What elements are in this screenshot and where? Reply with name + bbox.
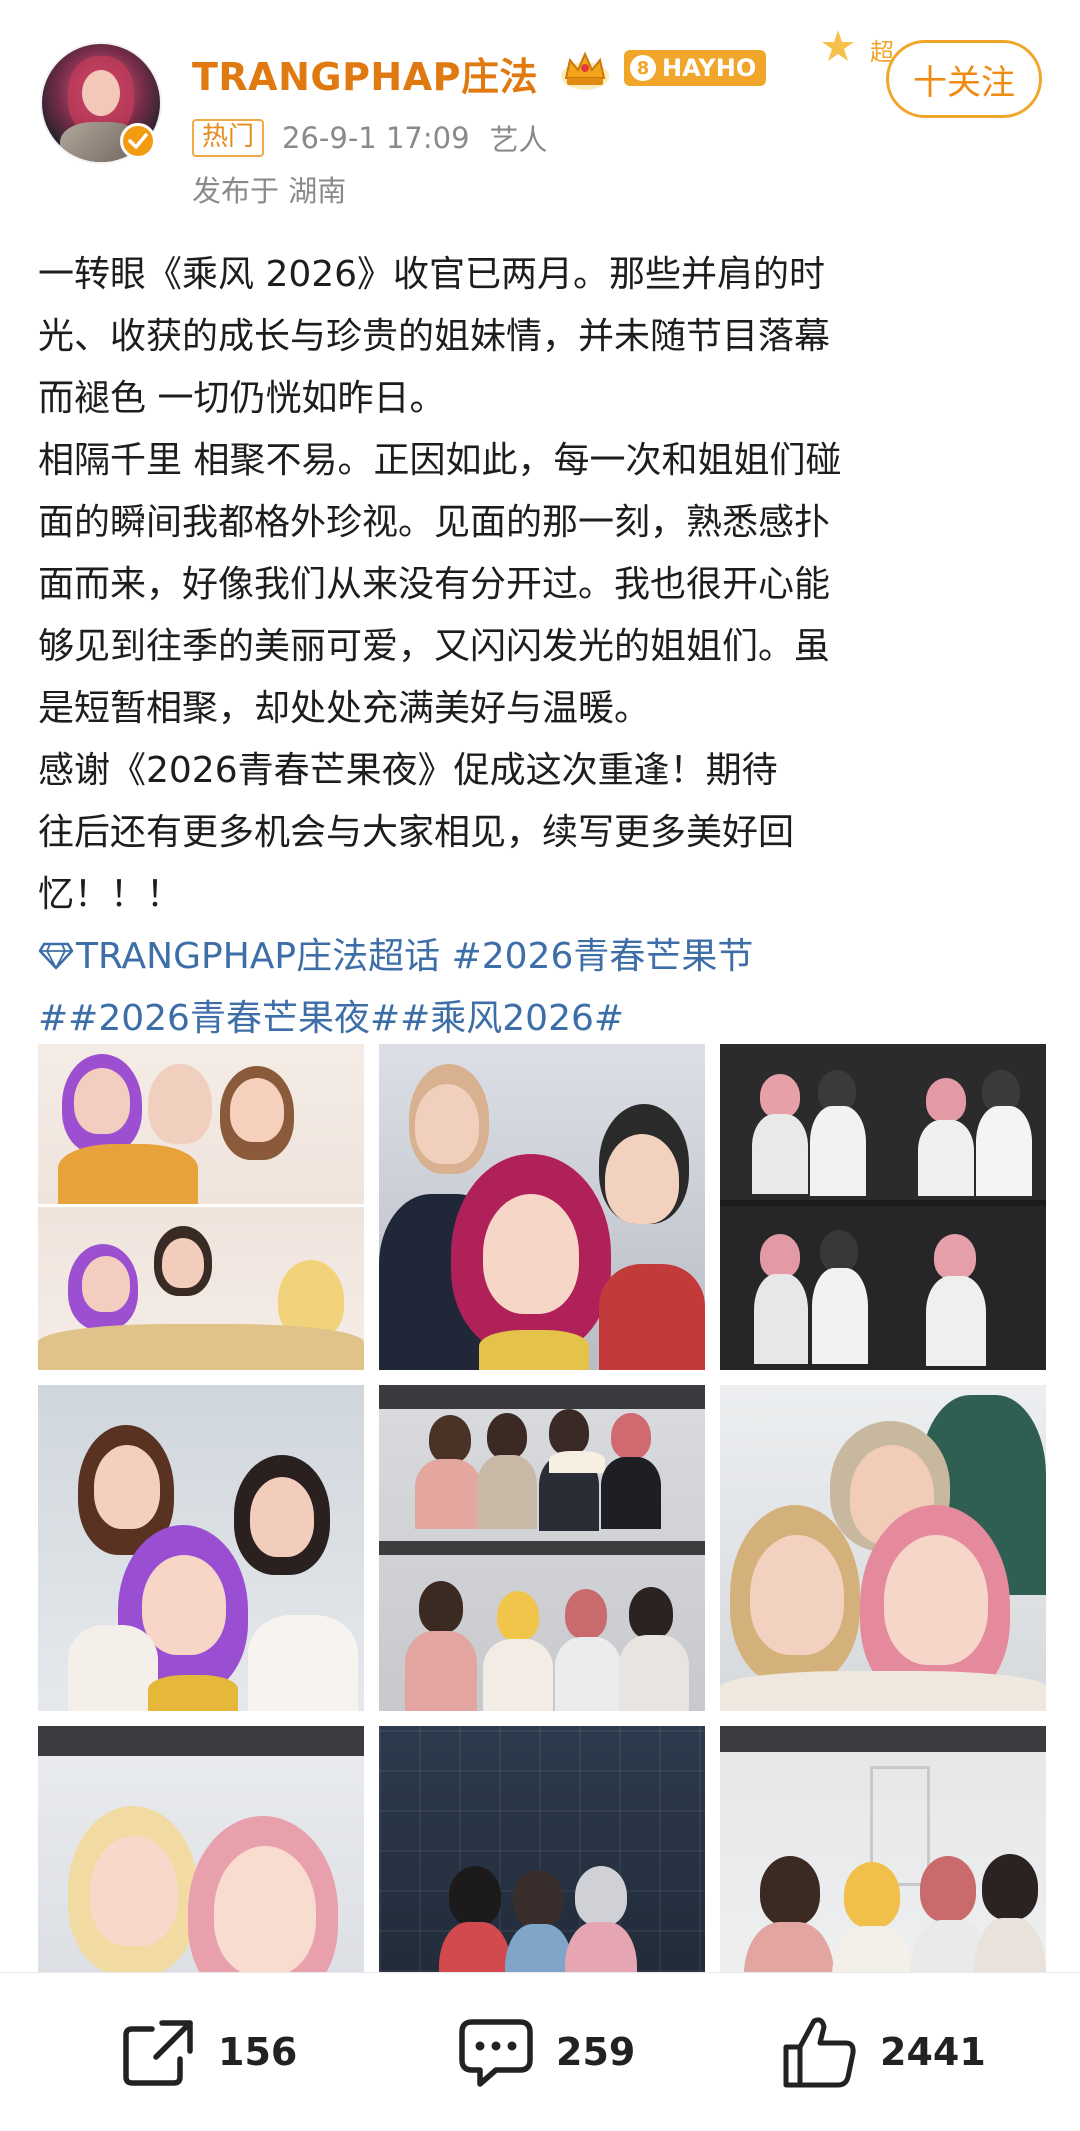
verified-icon xyxy=(120,123,156,159)
photo-thumbnail[interactable] xyxy=(720,1044,1046,1370)
author-role: 艺人 xyxy=(489,123,548,157)
author-name[interactable]: TRANGPHAP庄法 xyxy=(192,46,538,101)
like-count: 2441 xyxy=(880,2030,986,2074)
body-line: 面的瞬间我都格外珍视。见面的那一刻，熟悉感扑 xyxy=(38,502,831,543)
photo-thumbnail[interactable] xyxy=(379,1044,705,1370)
photo-thumbnail[interactable] xyxy=(720,1385,1046,1711)
topic-line: ##2026青春芒果夜##乘风2026# xyxy=(38,988,1048,1050)
body-line: 是短暂相聚，却处处充满美好与温暖。 xyxy=(38,688,651,729)
hot-tag: 热门 xyxy=(192,119,265,157)
level-badge: 8 HAYHO xyxy=(624,50,767,86)
thumbs-up-icon xyxy=(783,2017,856,2088)
level-number: 8 xyxy=(630,55,656,81)
topic-line: TRANGPHAP庄法超话 #2026青春芒果节 xyxy=(38,926,1048,988)
comment-count: 259 xyxy=(556,2030,636,2074)
level-label: HAYHO xyxy=(662,54,757,82)
post-meta: 热门 26-9-1 17:09 艺人 xyxy=(192,118,548,158)
share-icon xyxy=(123,2020,193,2086)
action-bar: 156 259 2441 xyxy=(0,1972,1080,2131)
share-count: 156 xyxy=(218,2030,298,2074)
hashtag-link[interactable]: ##2026青春芒果夜##乘风2026# xyxy=(38,998,624,1039)
post-body: 一转眼《乘风 2026》收官已两月。那些并肩的时 光、收获的成长与珍贵的姐妹情，… xyxy=(38,244,1048,1050)
body-line: 忆！！！ xyxy=(38,874,183,915)
super-topic-link[interactable]: TRANGPHAP庄法超话 xyxy=(76,936,440,977)
body-line: 够见到往季的美丽可爱，又闪闪发光的姐姐们。虽 xyxy=(38,626,831,667)
comment-icon xyxy=(459,2019,533,2087)
avatar-face xyxy=(82,70,120,116)
post-header: TRANGPHAP庄法 8 HAYHO 超 十关注 热门 26-9-1 17:0… xyxy=(0,0,1080,208)
body-line: 一转眼《乘风 2026》收官已两月。那些并肩的时 xyxy=(38,254,826,295)
diamond-icon xyxy=(38,942,74,970)
body-line: 面而来，好像我们从来没有分开过。我也很开心能 xyxy=(38,564,831,605)
share-button[interactable]: 156 xyxy=(122,2013,297,2091)
post-time: 26-9-1 17:09 xyxy=(282,121,470,155)
body-line: 感谢《2026青春芒果夜》促成这次重逢！期待 xyxy=(38,750,778,791)
body-line: 光、收获的成长与珍贵的姐妹情，并未随节目落幕 xyxy=(38,316,831,357)
body-line: 而褪色 一切仍恍如昨日。 xyxy=(38,378,446,419)
body-line: 往后还有更多机会与大家相见，续写更多美好回 xyxy=(38,812,795,853)
hashtag-link[interactable]: #2026青春芒果节 xyxy=(452,936,754,977)
body-line: 相隔千里 相聚不易。正因如此，每一次和姐姐们碰 xyxy=(38,440,842,481)
like-button[interactable]: 2441 xyxy=(782,2013,986,2091)
photo-thumbnail[interactable] xyxy=(379,1385,705,1711)
post-location: 发布于 湖南 xyxy=(192,174,347,208)
follow-button[interactable]: 十关注 xyxy=(886,40,1042,118)
crown-icon xyxy=(561,51,609,90)
comment-button[interactable]: 259 xyxy=(458,2013,635,2091)
photo-thumbnail[interactable] xyxy=(38,1044,364,1370)
photo-thumbnail[interactable] xyxy=(38,1385,364,1711)
